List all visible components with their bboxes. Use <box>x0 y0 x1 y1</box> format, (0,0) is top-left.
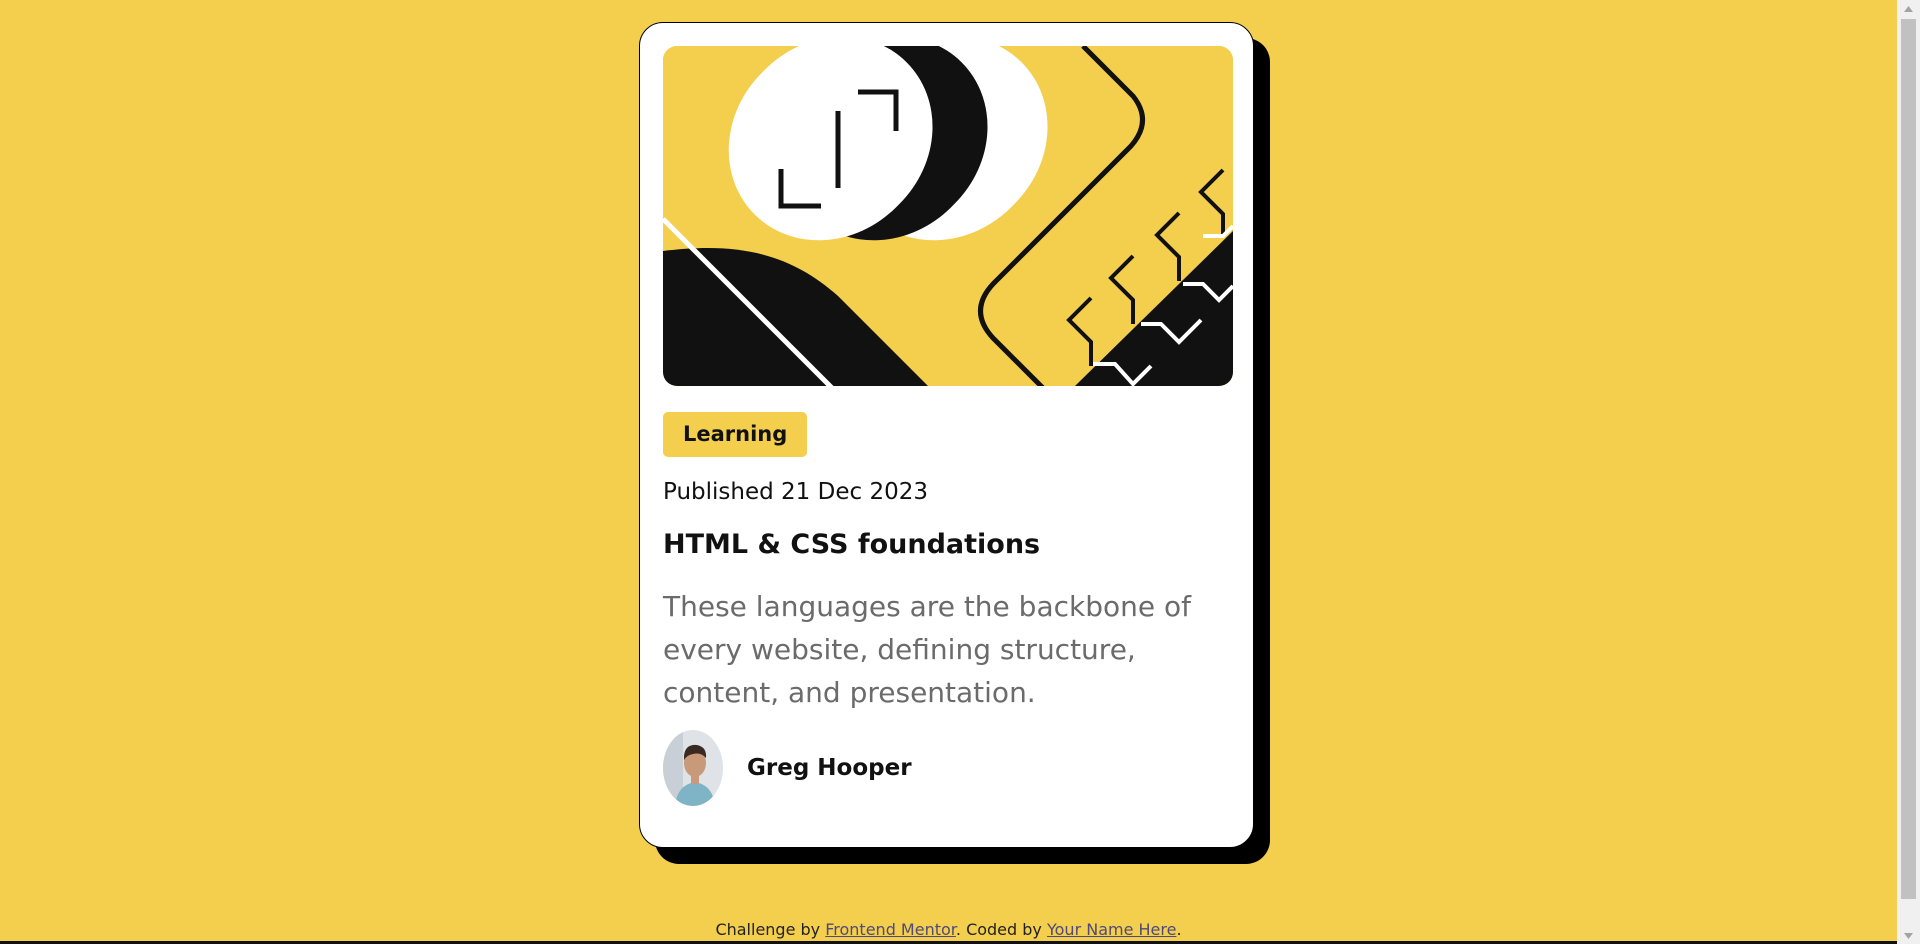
attribution-prefix: Challenge by <box>715 920 826 939</box>
category-tag: Learning <box>663 412 808 457</box>
author-link[interactable]: Your Name Here <box>1047 920 1176 939</box>
scroll-up-icon[interactable] <box>1897 0 1920 17</box>
scroll-down-icon[interactable] <box>1897 927 1920 944</box>
published-date: Published 21 Dec 2023 <box>663 479 928 505</box>
card-description: These languages are the backbone of ever… <box>663 590 1191 709</box>
author: Greg Hooper <box>663 730 912 806</box>
attribution-suffix: . <box>1176 920 1182 939</box>
card-title[interactable]: HTML & CSS foundations <box>663 529 1040 560</box>
vertical-scrollbar[interactable] <box>1897 0 1920 944</box>
attribution-middle: . Coded by <box>955 920 1047 939</box>
attribution-footer: Challenge by Frontend Mentor. Coded by Y… <box>0 920 1897 939</box>
blog-preview-card: Learning Published 21 Dec 2023 HTML & CS… <box>639 22 1254 848</box>
author-name: Greg Hooper <box>747 755 912 781</box>
frontend-mentor-link[interactable]: Frontend Mentor <box>825 920 956 939</box>
page-background: Learning Published 21 Dec 2023 HTML & CS… <box>0 0 1897 944</box>
hero-illustration <box>663 46 1233 386</box>
avatar <box>663 730 723 806</box>
scrollbar-thumb[interactable] <box>1901 19 1916 899</box>
